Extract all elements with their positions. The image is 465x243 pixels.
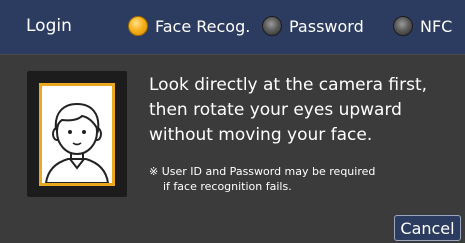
radio-selected-icon[interactable] (128, 16, 148, 36)
option-nfc[interactable]: NFC (393, 16, 452, 36)
header-title: Login (26, 16, 72, 36)
instruction-line: without moving your face. (149, 125, 373, 145)
face-preview (39, 83, 115, 186)
radio-unselected-icon[interactable] (262, 16, 282, 36)
option-face-recog-label: Face Recog. (155, 16, 251, 36)
instruction-line: then rotate your eyes upward (149, 100, 402, 120)
instructions-text: Look directly at the camera first, then … (149, 73, 454, 148)
note-line: ※ User ID and Password may be required (149, 165, 376, 178)
face-preview-frame (27, 71, 127, 197)
option-password[interactable]: Password (262, 16, 364, 36)
option-face-recog[interactable]: Face Recog. (128, 16, 250, 36)
instruction-line: Look directly at the camera first, (149, 75, 428, 95)
header-bar: Login Face Recog. Password NFC (0, 0, 465, 54)
fallback-note: ※ User ID and Password may be required i… (149, 164, 454, 194)
login-screen: Login Face Recog. Password NFC Look dire… (0, 0, 465, 243)
option-nfc-label: NFC (420, 16, 453, 36)
option-password-label: Password (289, 16, 364, 36)
radio-unselected-icon[interactable] (393, 16, 413, 36)
note-line: if face recognition fails. (163, 180, 292, 193)
cancel-button[interactable]: Cancel (394, 215, 461, 241)
face-outline-icon (44, 102, 110, 183)
header-divider (0, 54, 465, 55)
